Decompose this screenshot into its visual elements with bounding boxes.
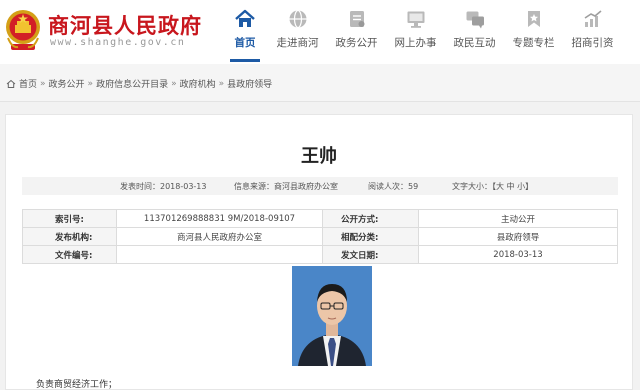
globe-icon	[289, 9, 306, 29]
national-emblem-icon	[6, 10, 40, 50]
document-info-table: 索引号: 113701269888831 9M/2018-09107 公开方式:…	[22, 209, 618, 264]
nav-label: 网上办事	[394, 37, 437, 49]
category-label: 相配分类:	[322, 227, 419, 246]
breadcrumb-bar: 首页 » 政务公开 » 政府信息公开目录 » 政府机构 » 县政府领导	[0, 64, 640, 102]
chat-icon	[466, 11, 484, 29]
index-label: 索引号:	[22, 209, 117, 228]
doc-number-value	[116, 245, 323, 264]
breadcrumb-link-home[interactable]: 首页	[19, 77, 37, 90]
nav-label: 政民互动	[453, 37, 496, 49]
doc-number-label: 文件编号:	[22, 245, 117, 264]
growth-chart-icon	[584, 10, 602, 27]
article-meta-bar: 发表时间：2018-03-13 信息来源：商河县政府办公室 阅读人次：59 文字…	[22, 177, 618, 195]
nav-label: 招商引资	[571, 37, 614, 49]
article-card: 王帅 发表时间：2018-03-13 信息来源：商河县政府办公室 阅读人次：59…	[5, 114, 633, 390]
nav-label: 首页	[234, 37, 256, 49]
nav-item-gov-affairs[interactable]: 政务公开	[327, 8, 386, 56]
active-indicator	[230, 59, 260, 62]
nav-label: 政务公开	[335, 37, 378, 49]
nav-item-about[interactable]: 走进商河	[268, 8, 327, 56]
table-row: 发布机构: 商河县人民政府办公室 相配分类: 县政府领导	[22, 227, 618, 246]
duty-description: 负责商贸经济工作；	[36, 380, 118, 390]
official-portrait	[292, 266, 372, 366]
main-nav: 首页 走进商河 政务公开 网上办事 政民互动 专题专栏 招商引资	[222, 8, 622, 62]
public-method-label: 公开方式:	[322, 209, 419, 228]
document-icon	[349, 11, 364, 27]
index-value: 113701269888831 9M/2018-09107	[116, 209, 323, 228]
breadcrumb-separator: »	[171, 78, 177, 89]
breadcrumb-link-info-directory[interactable]: 政府信息公开目录	[96, 77, 168, 90]
monitor-icon	[407, 11, 424, 28]
table-row: 索引号: 113701269888831 9M/2018-09107 公开方式:…	[22, 209, 618, 228]
nav-label: 专题专栏	[512, 37, 555, 49]
nav-item-online-services[interactable]: 网上办事	[386, 8, 445, 56]
portrait-image	[292, 266, 372, 366]
home-icon	[235, 9, 255, 27]
site-title[interactable]: 商河县人民政府	[48, 10, 202, 40]
nav-item-topics[interactable]: 专题专栏	[504, 8, 563, 56]
issue-date-label: 发文日期:	[322, 245, 419, 264]
breadcrumb-separator: »	[40, 78, 46, 89]
category-value: 县政府领导	[418, 227, 618, 246]
bookmark-icon	[527, 11, 540, 27]
breadcrumb-separator: »	[218, 78, 225, 89]
nav-item-home[interactable]: 首页	[222, 8, 268, 62]
breadcrumb: 首页 » 政务公开 » 政府信息公开目录 » 政府机构 » 县政府领导	[6, 77, 272, 90]
publishing-org-value: 商河县人民政府办公室	[116, 227, 323, 246]
issue-date-value: 2018-03-13	[418, 245, 618, 264]
publish-date: 发表时间：2018-03-13	[120, 182, 207, 191]
article-title: 王帅	[301, 146, 337, 167]
font-size-control[interactable]: 文字大小：【大 中 小】	[452, 181, 533, 192]
site-domain: www.shanghe.gov.cn	[50, 37, 186, 48]
nav-item-investment[interactable]: 招商引资	[563, 8, 622, 56]
breadcrumb-separator: »	[87, 78, 94, 89]
breadcrumb-link-county-leaders[interactable]: 县政府领导	[227, 77, 272, 90]
nav-item-interaction[interactable]: 政民互动	[445, 8, 504, 56]
table-row: 文件编号: 发文日期: 2018-03-13	[22, 245, 618, 264]
nav-label: 走进商河	[276, 37, 319, 49]
publishing-org-label: 发布机构:	[22, 227, 117, 246]
breadcrumb-link-gov-affairs[interactable]: 政务公开	[49, 77, 85, 90]
public-method-value: 主动公开	[418, 209, 618, 228]
view-count: 阅读人次：59	[368, 182, 419, 191]
site-header: 商河县人民政府 www.shanghe.gov.cn 首页 走进商河 政务公开 …	[0, 0, 640, 64]
info-source: 信息来源：商河县政府办公室	[234, 182, 338, 191]
home-icon	[6, 79, 16, 88]
breadcrumb-link-gov-agencies[interactable]: 政府机构	[180, 77, 216, 90]
